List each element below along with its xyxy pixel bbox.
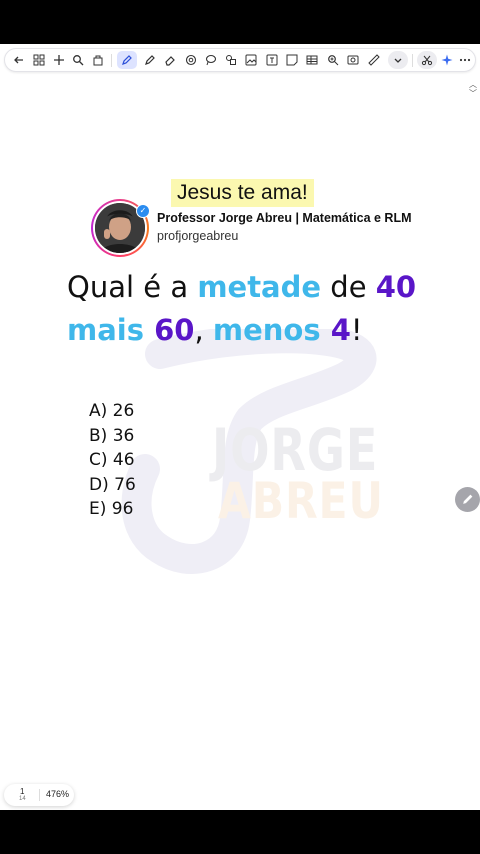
share-icon[interactable] — [90, 52, 106, 68]
author-name: Professor Jorge Abreu | Matemática e RLM — [157, 211, 412, 225]
status-bar — [0, 0, 480, 44]
screenshot-icon[interactable] — [345, 52, 361, 68]
lasso-icon[interactable] — [183, 52, 199, 68]
question-segment: 60 — [154, 313, 195, 347]
lasso-select-icon[interactable] — [203, 52, 219, 68]
shapes-icon[interactable] — [223, 52, 239, 68]
zoom-level[interactable]: 476% — [46, 789, 69, 799]
chevron-up-icon[interactable]: ︿ — [468, 80, 478, 89]
question-segment: , — [194, 313, 213, 347]
total-pages: 14 — [19, 796, 26, 802]
chevron-down-icon[interactable]: ﹀ — [468, 89, 478, 98]
verified-badge: ✓ — [136, 204, 150, 218]
table-icon[interactable] — [304, 52, 320, 68]
author-handle: profjorgeabreu — [157, 229, 239, 243]
highlighter-icon[interactable] — [142, 52, 158, 68]
annotation-toolbar — [4, 48, 476, 72]
sparkle-icon[interactable] — [439, 52, 455, 68]
question-segment: metade — [197, 270, 322, 304]
current-page: 1 — [20, 787, 25, 796]
edit-button[interactable] — [455, 487, 480, 512]
add-icon[interactable] — [51, 52, 67, 68]
answer-options: A) 26 B) 36 C) 46 D) 76 E) 96 — [89, 399, 136, 522]
question-segment: mais — [67, 313, 155, 347]
question-segment: menos — [212, 313, 331, 347]
page-indicator[interactable]: 1 14 476% — [4, 784, 74, 806]
search-icon[interactable] — [70, 52, 86, 68]
question-segment: 40 — [375, 270, 417, 304]
question-segment: de — [321, 270, 376, 304]
question-segment: ! — [350, 313, 363, 347]
back-icon[interactable] — [11, 52, 27, 68]
sticky-note-icon[interactable] — [284, 52, 300, 68]
question-line-1: Qual é a metade de 40 — [67, 266, 447, 309]
image-icon[interactable] — [243, 52, 259, 68]
chevron-down-icon[interactable] — [388, 51, 408, 69]
zoom-icon[interactable] — [325, 52, 341, 68]
pencil-icon — [463, 494, 473, 504]
text-icon[interactable] — [264, 52, 280, 68]
question-segment: 4 — [330, 313, 351, 347]
pen-icon[interactable] — [117, 51, 137, 69]
page-indicator-divider — [39, 789, 40, 801]
more-icon[interactable] — [457, 52, 473, 68]
question-line-2: mais 60, menos 4! — [67, 309, 447, 352]
watermark-text-bottom: ABREU — [218, 472, 384, 530]
toolbar-divider — [111, 54, 112, 67]
option-e: E) 96 — [89, 499, 134, 519]
highlighted-title: Jesus te ama! — [171, 179, 314, 207]
toolbar-divider — [412, 54, 413, 67]
question-text: Qual é a metade de 40 mais 60, menos 4! — [67, 266, 447, 352]
page-scroll-arrows[interactable]: ︿ ﹀ — [468, 80, 478, 100]
option-c: C) 46 — [89, 450, 135, 470]
option-a: A) 26 — [89, 401, 135, 421]
eraser-icon[interactable] — [162, 52, 178, 68]
ruler-icon[interactable] — [366, 52, 382, 68]
navigation-bar — [0, 810, 480, 854]
document-page[interactable]: ︿ ﹀ JORGE ABREU Jesus te ama! ✓ Professo… — [0, 44, 480, 810]
scissors-icon[interactable] — [417, 51, 437, 69]
grid-icon[interactable] — [31, 52, 47, 68]
option-d: D) 76 — [89, 474, 136, 495]
question-segment: Qual é a — [67, 270, 198, 304]
option-b: B) 36 — [89, 425, 135, 446]
